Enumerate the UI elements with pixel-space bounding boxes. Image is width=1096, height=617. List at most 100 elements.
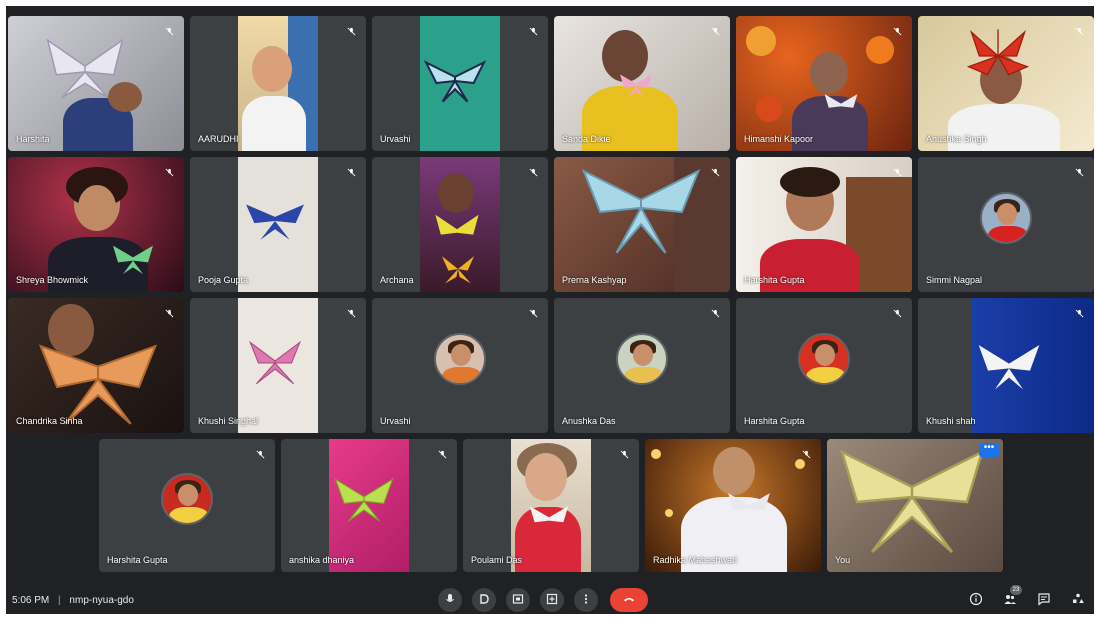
origami-butterfly-image	[576, 167, 706, 257]
origami-butterfly-image	[525, 501, 573, 537]
participant-name: Khushi Singhal	[198, 416, 259, 426]
meeting-info: 5:06 PM | nmp-nyua-gdo	[12, 595, 134, 606]
more-options-icon[interactable]: •••	[979, 443, 999, 457]
participant-name: Archana	[380, 275, 414, 285]
mic-off-icon	[617, 447, 631, 461]
clock-time: 5:06 PM	[12, 595, 50, 606]
mic-off-icon	[162, 24, 176, 38]
participant-tile-urvashi[interactable]: Urvashi	[372, 16, 548, 151]
participant-video	[827, 439, 1003, 572]
participant-tile-pooja-gupta[interactable]: Pooja Gupta	[190, 157, 366, 292]
chat-icon	[1037, 592, 1051, 611]
mic-off-icon	[344, 165, 358, 179]
captions-icon	[478, 593, 490, 608]
participant-avatar	[616, 332, 668, 385]
mic-off-icon	[1072, 165, 1086, 179]
participant-name: You	[835, 555, 851, 565]
participant-avatar	[798, 332, 850, 385]
meet-stage: Harshita AARUDHI Urvashi Sanda Dikie Him…	[6, 6, 1094, 614]
origami-butterfly-image	[244, 318, 306, 408]
participant-tile-shreya-bhowmick[interactable]: Shreya Bhowmick	[8, 157, 184, 292]
participant-name: Harshita Gupta	[744, 275, 805, 285]
participant-tile-harshita-gupta[interactable]: Harshita Gupta	[736, 157, 912, 292]
mic-icon	[444, 593, 456, 608]
mic-off-icon	[435, 447, 449, 461]
raise-hand-button[interactable]	[540, 588, 564, 612]
mic-off-icon	[708, 165, 722, 179]
origami-butterfly-image	[430, 211, 484, 251]
participant-name: Chandrika Sinha	[16, 416, 83, 426]
control-bar: 5:06 PM | nmp-nyua-gdo 23	[6, 585, 1094, 614]
participant-tile-harshita[interactable]: Harshita	[8, 16, 184, 151]
participant-tile-anshika-dhaniya[interactable]: anshika dhaniya	[281, 439, 457, 572]
participant-video	[645, 439, 821, 572]
participant-tile-khushi-singhal[interactable]: Khushi Singhal	[190, 298, 366, 433]
participant-tile-radhika-maheshwari[interactable]: Radhika Maheshwari	[645, 439, 821, 572]
present-icon	[512, 593, 524, 608]
origami-butterfly-image	[18, 338, 178, 428]
meeting-details-button[interactable]	[967, 592, 985, 610]
mic-off-icon	[526, 165, 540, 179]
participant-video	[554, 16, 730, 151]
mic-off-icon	[344, 24, 358, 38]
participant-name: Anushka Das	[562, 416, 616, 426]
participant-video	[510, 439, 592, 572]
activities-button[interactable]	[1069, 592, 1087, 610]
participant-video	[328, 439, 410, 572]
participant-tile-urvashi-avatar[interactable]: Urvashi	[372, 298, 548, 433]
origami-butterfly-image	[423, 50, 486, 112]
mic-button[interactable]	[438, 588, 462, 612]
participant-tile-khushi-shah[interactable]: Khushi shah	[918, 298, 1094, 433]
participant-avatar	[434, 332, 486, 385]
more-button[interactable]	[574, 588, 598, 612]
origami-butterfly-image	[108, 239, 158, 279]
end-call-button[interactable]	[610, 588, 648, 612]
mic-off-icon	[526, 306, 540, 320]
participant-tile-harshita-gupta-avatar[interactable]: Harshita Gupta	[736, 298, 912, 433]
present-button[interactable]	[506, 588, 530, 612]
participant-name: Urvashi	[380, 134, 411, 144]
participant-tile-aarudhi[interactable]: AARUDHI	[190, 16, 366, 151]
mic-off-icon	[253, 447, 267, 461]
participant-video	[237, 298, 319, 433]
end-call-icon	[623, 593, 635, 608]
participant-tile-you[interactable]: ••• You	[827, 439, 1003, 572]
participant-tile-sanda-dikie[interactable]: Sanda Dikie	[554, 16, 730, 151]
participant-tile-harshita-gupta-2[interactable]: Harshita Gupta	[99, 439, 275, 572]
origami-butterfly-image	[974, 338, 1044, 394]
participant-name: Urvashi	[380, 416, 411, 426]
participant-video	[736, 16, 912, 151]
origami-butterfly-image	[244, 193, 306, 249]
participant-video	[8, 298, 184, 433]
participant-tile-simmi-nagpal[interactable]: Simmi Nagpal	[918, 157, 1094, 292]
participant-tile-anushka-das[interactable]: Anushka Das	[554, 298, 730, 433]
participant-tile-archana[interactable]: Archana	[372, 157, 548, 292]
participant-name: Shreya Bhowmick	[16, 275, 89, 285]
participant-tile-chandrika-sinha[interactable]: Chandrika Sinha	[8, 298, 184, 433]
info-icon	[969, 592, 983, 611]
raise-hand-icon	[546, 593, 558, 608]
participant-name: Simmi Nagpal	[926, 275, 983, 285]
participant-name: Himanshi Kapoor	[744, 134, 814, 144]
participant-tile-himanshi-kapoor[interactable]: Himanshi Kapoor	[736, 16, 912, 151]
participant-tile-poulami-das[interactable]: Poulami Das	[463, 439, 639, 572]
participant-name: Poulami Das	[471, 555, 523, 565]
participant-name: AARUDHI	[198, 134, 239, 144]
participant-tile-anushka-singh[interactable]: Anushka Singh	[918, 16, 1094, 151]
participant-name: Prerna Kashyap	[562, 275, 627, 285]
participant-video	[8, 16, 184, 151]
mic-off-icon	[799, 447, 813, 461]
origami-butterfly-image	[616, 68, 656, 102]
participant-video	[8, 157, 184, 292]
mic-off-icon	[890, 165, 904, 179]
origami-butterfly-image	[820, 90, 862, 120]
participant-tile-prerna-kashyap[interactable]: Prerna Kashyap	[554, 157, 730, 292]
chat-button[interactable]	[1035, 592, 1053, 610]
participant-avatar	[161, 472, 213, 525]
participant-name: Sanda Dikie	[562, 134, 611, 144]
captions-button[interactable]	[472, 588, 496, 612]
participant-video	[918, 298, 1094, 433]
origami-butterfly-image	[331, 469, 397, 529]
participant-name: Anushka Singh	[926, 134, 987, 144]
mic-off-icon	[1072, 306, 1086, 320]
